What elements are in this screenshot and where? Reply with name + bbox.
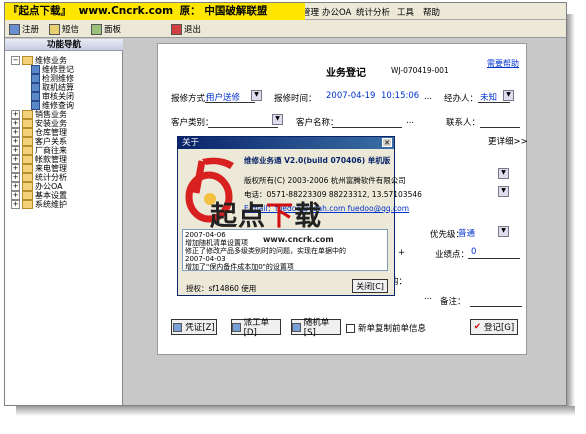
panel-tool-label: 面板 [104, 25, 122, 35]
repair-time-label: 报修时间： [274, 94, 317, 104]
folder-icon [22, 200, 33, 209]
deposit-underline [468, 247, 520, 259]
repair-mode-underline [205, 91, 255, 103]
handler-label: 经办人： [444, 94, 479, 104]
collapse-icon[interactable]: − [11, 56, 20, 65]
contact-label: 联系人： [446, 118, 481, 128]
purchase-picker[interactable]: ... [424, 292, 432, 302]
details-link[interactable]: 更详细>> [488, 135, 528, 147]
sidebar-item-label: 系统维护 [35, 200, 67, 209]
watermark-banner: 『起点下载』 www.Cncrk.com 原： 中国破解联盟 [5, 3, 305, 20]
about-dialog-titlebar: 关于 ✕ [178, 137, 394, 149]
exit-tool-label: 退出 [184, 25, 202, 35]
panel-tool-button[interactable]: 面板 [91, 23, 121, 35]
exit-tool-button[interactable]: 退出 [171, 23, 201, 35]
license-text: 授权：sf14860 使用 [186, 284, 257, 293]
menu-oa[interactable]: 办公OA [322, 6, 351, 18]
changelog-line: 2007-04-03 [185, 255, 226, 263]
register-tool-button[interactable]: 注册 [9, 23, 39, 35]
sidebar-item-16[interactable]: + 系统维护 [11, 199, 67, 210]
repair-date-input[interactable]: 2007-04-19 [326, 91, 375, 101]
watermark-overlay: 起点下载 [210, 194, 322, 233]
voucher-button-label: 凭证[Z] [185, 323, 215, 333]
voucher-button[interactable]: 凭证[Z] [171, 319, 217, 335]
register-tool-label: 注册 [22, 25, 40, 35]
add-plus[interactable]: + [398, 248, 405, 258]
doc-icon [232, 322, 241, 332]
repair-clock-input[interactable]: 10:15:06 [381, 91, 419, 101]
customer-type-select[interactable] [208, 116, 278, 128]
sms-tool-button[interactable]: 短信 [49, 23, 79, 35]
about-dialog-title: 关于 [182, 138, 200, 148]
customer-name-input[interactable] [332, 116, 402, 128]
mail-icon [49, 23, 60, 35]
customer-type-dropdown-icon[interactable]: ▼ [272, 114, 283, 125]
work-order-button[interactable]: 派工单[D] [231, 318, 281, 338]
doc-icon [292, 322, 301, 332]
watermark-text-c: 载 [294, 201, 322, 232]
banner-left: 『起点下载』 [8, 5, 71, 17]
exit-icon [171, 23, 182, 35]
key-icon [9, 23, 20, 35]
random-order-button-label: 随机单[S] [303, 318, 330, 338]
banner-right: 中国破解联盟 [204, 5, 268, 17]
copy-new-checkbox-row[interactable]: 新单复制前单信息 [346, 322, 426, 334]
watermark-text-b: 下 [266, 201, 294, 232]
banner-site: www.Cncrk.com [78, 5, 174, 17]
remark-label: 备注： [440, 297, 466, 307]
form-number: WJ-070419-001 [391, 66, 449, 75]
menu-tools[interactable]: 工具 [397, 6, 414, 18]
menu-help[interactable]: 帮助 [423, 6, 440, 18]
sidebar-title: 功能导航 [5, 39, 123, 51]
window-shadow-right [567, 14, 575, 406]
field-dropdown-icon-a[interactable]: ▼ [498, 168, 509, 179]
watermark-url: www.cncrk.com [263, 235, 334, 244]
priority-dropdown-icon[interactable]: ▼ [498, 226, 509, 237]
product-name: 维修业务通 V2.0(build 070406) 单机版 [244, 156, 391, 165]
expand-icon[interactable]: + [11, 200, 20, 209]
form-title: 业务登记 [326, 68, 366, 79]
close-button[interactable]: 关闭[C] [352, 279, 388, 293]
panel-icon [91, 23, 102, 35]
handler-dropdown-icon[interactable]: ▼ [503, 90, 514, 101]
priority-select[interactable]: 普通 [458, 227, 475, 239]
check-icon: ✔ [473, 322, 481, 332]
changelog-line: 修正了修改产品多级类别时的问题，实现在单据中的 [185, 247, 346, 255]
random-order-button[interactable]: 随机单[S] [291, 318, 341, 338]
main-window: 来电管理 办公OA 统计分析 工具 帮助 『起点下载』 www.Cncrk.co… [4, 2, 567, 406]
deposit-label: 业绩点： [435, 250, 470, 260]
repair-mode-dropdown-icon[interactable]: ▼ [251, 90, 262, 101]
help-link[interactable]: 需要帮助 [487, 58, 519, 69]
watermark-text-a: 起点 [210, 201, 266, 232]
toolbar: 注册 短信 面板 退出 [5, 20, 566, 38]
copy-new-label: 新单复制前单信息 [358, 324, 427, 334]
repair-time-picker[interactable]: ... [424, 92, 432, 102]
copy-new-checkbox[interactable] [346, 323, 355, 333]
sms-tool-label: 短信 [62, 25, 80, 35]
window-shadow-bottom [16, 406, 575, 416]
doc-icon [173, 322, 183, 332]
close-icon[interactable]: ✕ [382, 138, 392, 147]
nav-sidebar: 功能导航 − 维修业务 维修登记 检测维修 取机结算 审核关闭 维修查询 + 销售业务 + 安装业务… [5, 39, 123, 405]
changelog-line: 增加了"保内备件成本加0"的设置项 [185, 263, 294, 271]
contact-input[interactable] [480, 116, 520, 128]
register-button[interactable]: ✔ 登记[G] [470, 319, 518, 335]
banner-mid: 原： [179, 5, 201, 17]
copyright-text: 版权所有(C) 2003-2006 杭州富腾软件有限公司 [244, 176, 406, 185]
register-button-label: 登记[G] [483, 323, 515, 333]
customer-picker[interactable]: ... [406, 116, 414, 126]
work-order-button-label: 派工单[D] [243, 318, 270, 338]
remark-input[interactable] [470, 295, 522, 307]
menu-stats[interactable]: 统计分析 [356, 6, 390, 18]
field-dropdown-icon-b[interactable]: ▼ [498, 186, 509, 197]
